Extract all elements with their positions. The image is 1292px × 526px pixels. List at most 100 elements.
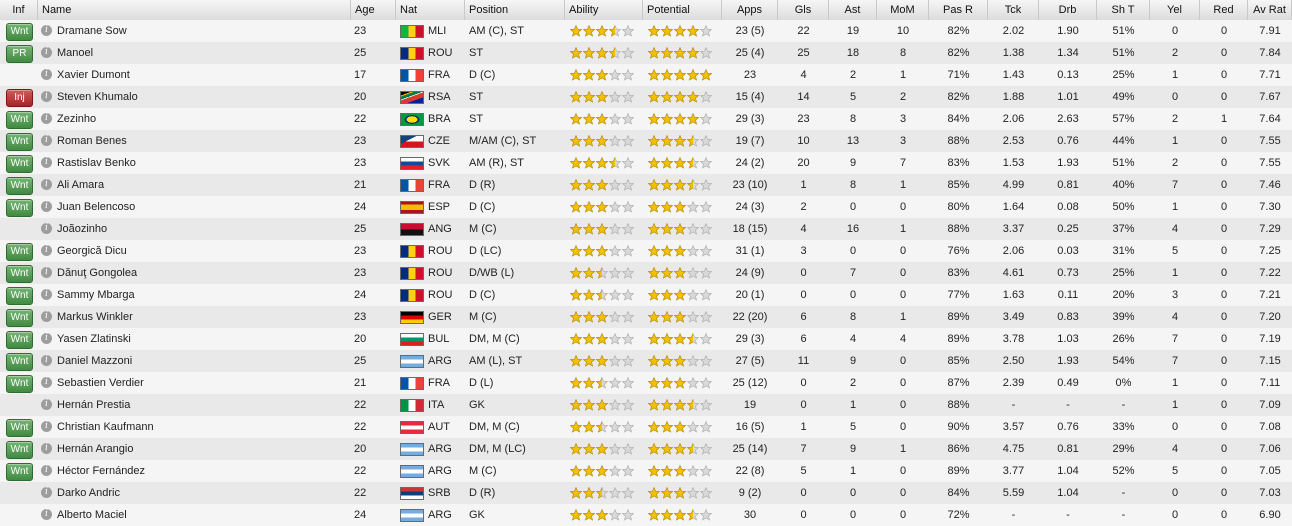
column-header-gls[interactable]: Gls — [778, 0, 829, 20]
table-row[interactable]: i Hernán Prestia 22 ITA GK 19 0 1 0 88% - - - 1 0 7.09 — [0, 394, 1292, 416]
column-header-avrat[interactable]: Av Rat — [1248, 0, 1292, 20]
status-badge-wnt[interactable]: Wnt — [6, 419, 33, 437]
status-badge-wnt[interactable]: Wnt — [6, 133, 33, 151]
column-header-position[interactable]: Position — [465, 0, 565, 20]
player-name[interactable]: Dramane Sow — [57, 20, 347, 42]
table-row[interactable]: Wnt i Ali Amara 21 FRA D (R) 23 (10) 1 8 1 85% 4.99… — [0, 174, 1292, 196]
player-name[interactable]: Joãozinho — [57, 218, 347, 240]
table-row[interactable]: Wnt i Rastislav Benko 23 SVK AM (R), ST 24 (2)… — [0, 152, 1292, 174]
table-row[interactable]: Wnt i Daniel Mazzoni 25 ARG AM (L), ST 27 (5) 1… — [0, 350, 1292, 372]
status-badge-wnt[interactable]: Wnt — [6, 177, 33, 195]
table-row[interactable]: Wnt i Sebastien Verdier 21 FRA D (L) 25 (12) 0 2… — [0, 372, 1292, 394]
column-header-apps[interactable]: Apps — [722, 0, 778, 20]
player-name[interactable]: Darko Andric — [57, 482, 347, 504]
status-badge-wnt[interactable]: Wnt — [6, 441, 33, 459]
status-badge-wnt[interactable]: Wnt — [6, 265, 33, 283]
table-row[interactable]: Wnt i Dramane Sow 23 MLI AM (C), ST 23 (5) 22 19… — [0, 20, 1292, 42]
status-badge-wnt[interactable]: Wnt — [6, 375, 33, 393]
info-icon[interactable]: i — [41, 355, 52, 366]
column-header-ast[interactable]: Ast — [829, 0, 877, 20]
column-header-potential[interactable]: Potential — [643, 0, 722, 20]
column-header-yel[interactable]: Yel — [1150, 0, 1200, 20]
info-icon[interactable]: i — [41, 245, 52, 256]
info-icon[interactable]: i — [41, 421, 52, 432]
info-icon[interactable]: i — [41, 25, 52, 36]
table-row[interactable]: Wnt i Roman Benes 23 CZE M/AM (C), ST 19 (7) 10… — [0, 130, 1292, 152]
status-badge-inj[interactable]: Inj — [6, 89, 33, 107]
player-name[interactable]: Héctor Fernández — [57, 460, 347, 482]
player-name[interactable]: Georgică Dicu — [57, 240, 347, 262]
player-name[interactable]: Hernán Arangio — [57, 438, 347, 460]
player-name[interactable]: Manoel — [57, 42, 347, 64]
player-name[interactable]: Steven Khumalo — [57, 86, 347, 108]
table-row[interactable]: Wnt i Juan Belencoso 24 ESP D (C) 24 (3) 2 0 0 80%… — [0, 196, 1292, 218]
player-name[interactable]: Ali Amara — [57, 174, 347, 196]
info-icon[interactable]: i — [41, 443, 52, 454]
table-row[interactable]: Wnt i Georgică Dicu 23 ROU D (LC) 31 (1) 3 0 0 76%… — [0, 240, 1292, 262]
info-icon[interactable]: i — [41, 267, 52, 278]
info-icon[interactable]: i — [41, 223, 52, 234]
table-row[interactable]: PR i Manoel 25 ROU ST 25 (4) 25 18 8 82% 1.38 1.34 51… — [0, 42, 1292, 64]
table-row[interactable]: Wnt i Hernán Arangio 20 ARG DM, M (LC) 25 (14)… — [0, 438, 1292, 460]
table-row[interactable]: Wnt i Yasen Zlatinski 20 BUL DM, M (C) 29 (3) 6… — [0, 328, 1292, 350]
info-icon[interactable]: i — [41, 333, 52, 344]
status-badge-wnt[interactable]: Wnt — [6, 199, 33, 217]
column-header-red[interactable]: Red — [1200, 0, 1248, 20]
status-badge-wnt[interactable]: Wnt — [6, 111, 33, 129]
column-header-name[interactable]: Name — [38, 0, 351, 20]
column-header-pasr[interactable]: Pas R — [929, 0, 988, 20]
column-header-inf[interactable]: Inf — [0, 0, 38, 20]
player-name[interactable]: Dănuţ Gongolea — [57, 262, 347, 284]
table-row[interactable]: Wnt i Héctor Fernández 22 ARG M (C) 22 (8) 5 1 0 8… — [0, 460, 1292, 482]
status-badge-wnt[interactable]: Wnt — [6, 23, 33, 41]
column-header-nat[interactable]: Nat — [396, 0, 465, 20]
info-icon[interactable]: i — [41, 399, 52, 410]
info-icon[interactable]: i — [41, 311, 52, 322]
table-row[interactable]: Wnt i Christian Kaufmann 22 AUT DM, M (C) 16 (… — [0, 416, 1292, 438]
table-row[interactable]: i Alberto Maciel 24 ARG GK 30 0 0 0 72% - - - 0 0 6.90 — [0, 504, 1292, 526]
status-badge-wnt[interactable]: Wnt — [6, 155, 33, 173]
player-name[interactable]: Markus Winkler — [57, 306, 347, 328]
player-name[interactable]: Daniel Mazzoni — [57, 350, 347, 372]
status-badge-wnt[interactable]: Wnt — [6, 243, 33, 261]
column-header-tck[interactable]: Tck — [988, 0, 1039, 20]
column-header-mom[interactable]: MoM — [877, 0, 929, 20]
status-badge-wnt[interactable]: Wnt — [6, 309, 33, 327]
player-name[interactable]: Yasen Zlatinski — [57, 328, 347, 350]
player-name[interactable]: Roman Benes — [57, 130, 347, 152]
info-icon[interactable]: i — [41, 179, 52, 190]
player-name[interactable]: Rastislav Benko — [57, 152, 347, 174]
player-name[interactable]: Alberto Maciel — [57, 504, 347, 526]
table-row[interactable]: i Joãozinho 25 ANG M (C) 18 (15) 4 16 1 88% 3.37 0.… — [0, 218, 1292, 240]
status-badge-wnt[interactable]: Wnt — [6, 331, 33, 349]
player-name[interactable]: Juan Belencoso — [57, 196, 347, 218]
info-icon[interactable]: i — [41, 91, 52, 102]
column-header-ability[interactable]: Ability — [565, 0, 643, 20]
table-row[interactable]: i Darko Andric 22 SRB D (R) 9 (2) 0 0 0 84% 5.59 1.… — [0, 482, 1292, 504]
column-header-sht[interactable]: Sh T — [1097, 0, 1150, 20]
info-icon[interactable]: i — [41, 69, 52, 80]
info-icon[interactable]: i — [41, 465, 52, 476]
column-header-age[interactable]: Age — [351, 0, 396, 20]
table-row[interactable]: Wnt i Markus Winkler 23 GER M (C) 22 (20) 6 8 1 89… — [0, 306, 1292, 328]
info-icon[interactable]: i — [41, 487, 52, 498]
status-badge-wnt[interactable]: Wnt — [6, 463, 33, 481]
info-icon[interactable]: i — [41, 47, 52, 58]
player-name[interactable]: Hernán Prestia — [57, 394, 347, 416]
info-icon[interactable]: i — [41, 113, 52, 124]
table-row[interactable]: i Xavier Dumont 17 FRA D (C) 23 4 2 1 71% 1.43 0.13… — [0, 64, 1292, 86]
player-name[interactable]: Zezinho — [57, 108, 347, 130]
table-row[interactable]: Wnt i Dănuţ Gongolea 23 ROU D/WB (L) 24 (9) 0 7 0… — [0, 262, 1292, 284]
info-icon[interactable]: i — [41, 135, 52, 146]
player-name[interactable]: Christian Kaufmann — [57, 416, 347, 438]
table-row[interactable]: Inj i Steven Khumalo 20 RSA ST 15 (4) 14 5 2 82% 1.… — [0, 86, 1292, 108]
player-name[interactable]: Xavier Dumont — [57, 64, 347, 86]
info-icon[interactable]: i — [41, 157, 52, 168]
status-badge-wnt[interactable]: Wnt — [6, 353, 33, 371]
info-icon[interactable]: i — [41, 289, 52, 300]
info-icon[interactable]: i — [41, 201, 52, 212]
player-name[interactable]: Sebastien Verdier — [57, 372, 347, 394]
info-icon[interactable]: i — [41, 377, 52, 388]
column-header-drb[interactable]: Drb — [1039, 0, 1097, 20]
player-name[interactable]: Sammy Mbarga — [57, 284, 347, 306]
